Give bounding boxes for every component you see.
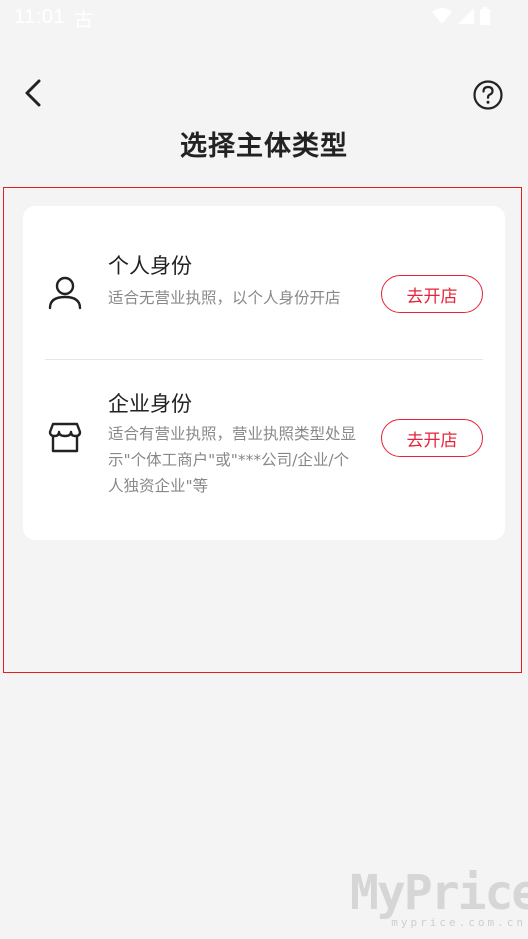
option-description: 适合无营业执照，以个人身份开店 [108, 289, 341, 307]
battery-icon [480, 7, 490, 25]
store-icon [48, 421, 82, 459]
chevron-left-icon [24, 79, 42, 111]
status-time: 11:01 [14, 6, 66, 28]
wifi-icon [432, 8, 452, 24]
status-bar: 11:01 古 [0, 0, 528, 36]
help-button[interactable] [472, 79, 504, 111]
person-icon [47, 276, 83, 314]
question-circle-icon [472, 80, 504, 115]
option-personal: 个人身份 适合无营业执照，以个人身份开店 去开店 [23, 206, 505, 359]
watermark: MyPrice myprice.com.cn [350, 865, 528, 929]
status-notification-icon: 古 [74, 9, 94, 31]
option-title: 企业身份 [108, 392, 192, 416]
entity-type-card: 个人身份 适合无营业执照，以个人身份开店 去开店 企业身份 适合有营业执照，营业… [23, 206, 505, 540]
status-icons [432, 7, 490, 25]
page-title: 选择主体类型 [180, 131, 348, 162]
signal-icon [458, 8, 474, 24]
option-description: 适合有营业执照，营业执照类型处显示"个体工商户"或"***公司/企业/个人独资企… [108, 425, 357, 495]
open-store-button-business[interactable]: 去开店 [381, 419, 483, 457]
watermark-logo: MyPrice [350, 865, 528, 921]
option-business: 企业身份 适合有营业执照，营业执照类型处显示"个体工商户"或"***公司/企业/… [23, 360, 505, 540]
option-title: 个人身份 [108, 254, 192, 278]
open-store-button-personal[interactable]: 去开店 [381, 275, 483, 313]
back-button[interactable] [18, 78, 48, 112]
